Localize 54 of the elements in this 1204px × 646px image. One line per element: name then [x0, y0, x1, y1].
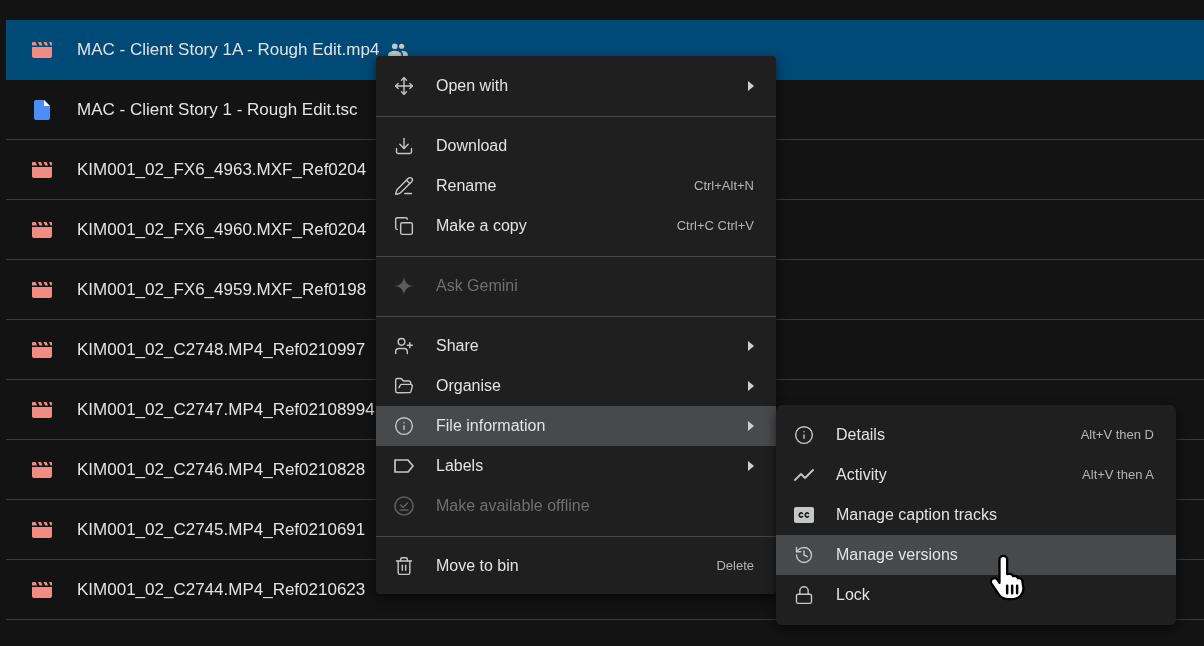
label-tag-icon: [394, 459, 414, 473]
file-name: KIM001_02_FX6_4963.MXF_Ref0204: [77, 158, 367, 181]
add-person-icon: [394, 336, 414, 356]
menu-item[interactable]: Organise: [376, 366, 776, 406]
file-name: KIM001_02_C2746.MP4_Ref0210828: [77, 458, 366, 481]
clapperboard-icon: [32, 161, 52, 178]
menu-item[interactable]: Rename Ctrl+Alt+N: [376, 166, 776, 206]
history-icon: [794, 545, 814, 565]
trash-icon: [394, 556, 414, 576]
download-icon: [394, 136, 414, 156]
info-icon: [794, 425, 814, 445]
document-icon: [34, 99, 50, 120]
menu-item[interactable]: Manage versions: [776, 535, 1176, 575]
clapperboard-icon: [32, 521, 52, 538]
file-name: MAC - Client Story 1A - Rough Edit.mp4: [77, 38, 380, 61]
trend-line-icon: [794, 469, 814, 481]
clapperboard-icon: [32, 401, 52, 418]
menu-item[interactable]: Manage caption tracks: [776, 495, 1176, 535]
file-name: KIM001_02_C2744.MP4_Ref0210623: [77, 578, 366, 601]
clapperboard-icon: [32, 341, 52, 358]
file-name: KIM001_02_C2745.MP4_Ref0210691: [77, 518, 366, 541]
shortcut-text: Ctrl+C Ctrl+V: [676, 217, 754, 236]
file-name: KIM001_02_FX6_4959.MXF_Ref0198: [77, 278, 367, 301]
menu-item[interactable]: Share: [376, 326, 776, 366]
menu-item[interactable]: File information: [376, 406, 776, 446]
folder-icon: [394, 376, 414, 396]
clapperboard-icon: [32, 581, 52, 598]
menu-item[interactable]: Make a copy Ctrl+C Ctrl+V: [376, 206, 776, 246]
menu-item[interactable]: Move to bin Delete: [376, 546, 776, 586]
shortcut-text: Delete: [716, 557, 754, 576]
copy-icon: [394, 216, 414, 236]
move-arrows-icon: [394, 76, 414, 96]
menu-item[interactable]: Activity Alt+V then A: [776, 455, 1176, 495]
menu-item[interactable]: Labels: [376, 446, 776, 486]
menu-item[interactable]: Lock: [776, 575, 1176, 615]
clapperboard-icon: [32, 281, 52, 298]
file-name: KIM001_02_FX6_4960.MXF_Ref0204: [77, 218, 367, 241]
file-name: KIM001_02_C2747.MP4_Ref02108994: [77, 398, 375, 421]
clapperboard-icon: [32, 221, 52, 238]
menu-item[interactable]: Download: [376, 126, 776, 166]
check-circle-icon: [394, 496, 414, 516]
captions-icon: [794, 507, 814, 523]
clapperboard-icon: [32, 461, 52, 478]
shortcut-text: Alt+V then A: [1082, 466, 1154, 485]
shortcut-text: Ctrl+Alt+N: [694, 177, 754, 196]
lock-icon: [794, 585, 814, 605]
file-name: KIM001_02_C2748.MP4_Ref0210997: [77, 338, 366, 361]
info-icon: [394, 416, 414, 436]
pencil-icon: [394, 176, 414, 196]
sparkle-icon: [394, 276, 414, 296]
file-name: MAC - Client Story 1 - Rough Edit.tsc: [77, 98, 358, 121]
clapperboard-icon: [32, 41, 52, 58]
menu-item[interactable]: Details Alt+V then D: [776, 415, 1176, 455]
shortcut-text: Alt+V then D: [1080, 426, 1154, 445]
